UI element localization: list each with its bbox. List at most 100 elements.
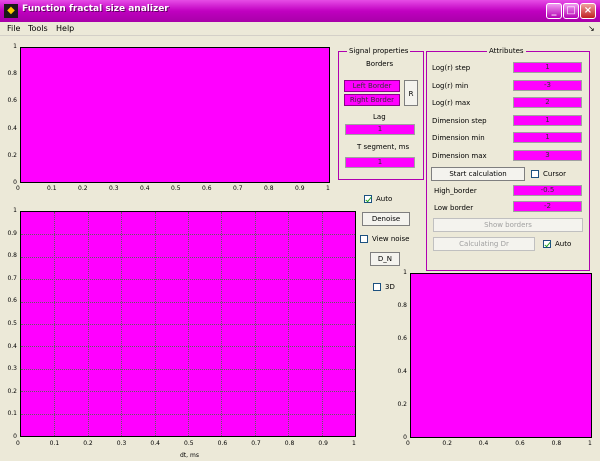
menu-tools[interactable]: Tools [28, 24, 48, 33]
attr-label: Log(r) min [432, 81, 469, 90]
grid-line-v [321, 212, 323, 436]
auto-label: Auto [376, 195, 393, 203]
cursor-label: Cursor [543, 170, 567, 178]
signal-panel-title: Signal properties [347, 47, 411, 55]
menu-bar [0, 22, 600, 36]
attr-field[interactable]: 3 [513, 149, 582, 161]
grid-line-h [21, 324, 355, 325]
right_axes-xtick: 0.6 [515, 440, 525, 447]
lag-field[interactable]: 1 [345, 124, 415, 135]
top_axes-ytick: 0.8 [7, 70, 17, 78]
right_axes-ytick: 0.4 [397, 368, 407, 375]
menu-file[interactable]: File [7, 24, 20, 33]
top_axes-xtick: 0.8 [264, 185, 274, 192]
attr-label: Log(r) max [432, 99, 471, 107]
borders-label: Borders [366, 60, 394, 68]
right_axes-ytick: 0 [403, 434, 407, 441]
window-title: Function fractal size analizer [22, 4, 169, 14]
attr-label: Log(r) step [432, 64, 471, 72]
main_axes-ytick: 0.8 [7, 252, 17, 260]
top_axes-ytick: 0.2 [7, 151, 17, 159]
grid-line-h [21, 368, 355, 370]
show-borders-button[interactable]: Show borders [433, 218, 583, 232]
attr-field[interactable]: 1 [513, 62, 582, 73]
top_axes-xtick: 0 [16, 185, 20, 192]
right_axes-xtick: 0.8 [551, 440, 562, 447]
3d-checkbox[interactable] [373, 283, 381, 291]
left-border-field[interactable]: Left Border [344, 80, 400, 92]
main_axes-ytick: 0.4 [7, 342, 17, 350]
attr-field[interactable]: 1 [513, 114, 582, 126]
right_axes-xtick: 0.2 [442, 440, 452, 447]
calculating-dr-button[interactable]: Calculating Dr [433, 237, 535, 251]
right-border-field[interactable]: Right Border [344, 94, 400, 106]
attr-field[interactable]: 2 [513, 97, 582, 108]
top_axes-xtick: 0.5 [171, 185, 181, 192]
main_axes-ytick: 0.9 [7, 229, 17, 237]
main_axes-ytick: 0.6 [7, 297, 17, 305]
top-axes[interactable] [20, 47, 330, 183]
grid-line-v [288, 212, 290, 436]
close-icon[interactable]: × [580, 3, 596, 19]
main_axes-xtick: 0.7 [251, 440, 261, 447]
main_axes-ytick: 0.3 [7, 365, 17, 373]
dn-button[interactable]: D_N [370, 252, 400, 266]
main_axes-xtick: 0.3 [116, 440, 127, 447]
main_axes-xtick: 0.4 [150, 440, 160, 447]
dock-arrow-icon[interactable]: ↘ [588, 24, 595, 33]
grid-line-h [21, 346, 355, 348]
right_axes-xtick: 0.4 [478, 440, 489, 447]
minimize-icon[interactable]: _ [546, 3, 562, 19]
right_axes-ytick: 0.8 [397, 302, 407, 309]
start-calculation-button[interactable]: Start calculation [431, 167, 525, 181]
3d-label: 3D [385, 283, 395, 291]
attr-auto-checkbox[interactable] [543, 240, 551, 248]
attr-label: Dimension step [432, 116, 487, 125]
lag-label: Lag [373, 113, 386, 121]
maximize-icon[interactable]: □ [563, 3, 579, 19]
attr-label: Dimension min [432, 134, 485, 142]
right_axes-xtick: 1 [588, 440, 592, 447]
main_axes-xtick: 0.1 [49, 440, 60, 447]
low-border-label: Low border [434, 204, 474, 212]
menu-help[interactable]: Help [56, 24, 74, 33]
main_axes-xtick: 0.2 [83, 440, 93, 447]
main_axes-ytick: 0.7 [7, 274, 17, 282]
attr-field[interactable]: -3 [513, 79, 582, 91]
denoise-button[interactable]: Denoise [362, 212, 410, 226]
main_axes-xtick: 0.8 [284, 440, 295, 447]
top_axes-ytick: 0.6 [7, 97, 17, 105]
right_axes-xtick: 0 [406, 440, 410, 447]
main_axes-ytick: 0.5 [7, 320, 17, 327]
auto-checkbox[interactable] [364, 195, 372, 203]
main_axes-ytick: 0.2 [7, 387, 17, 395]
top_axes-ytick: 0 [13, 179, 17, 186]
attributes-panel-title: Attributes [487, 47, 526, 55]
top_axes-xtick: 0.1 [47, 185, 57, 192]
grid-line-h [21, 413, 355, 415]
top_axes-xtick: 0.3 [109, 185, 119, 192]
r-button[interactable]: R [404, 80, 418, 106]
top_axes-xtick: 0.7 [233, 185, 243, 192]
main_axes-ytick: 1 [13, 207, 17, 214]
main_axes-xtick: 0.6 [217, 440, 228, 447]
cursor-checkbox[interactable] [531, 170, 539, 178]
top_axes-xtick: 0.4 [140, 185, 150, 192]
t-segment-field[interactable]: 1 [345, 157, 415, 168]
grid-line-h [21, 391, 355, 393]
grid-line-v [221, 212, 223, 436]
high-border-field[interactable]: -0.5 [513, 185, 582, 196]
top_axes-xtick: 0.9 [295, 185, 305, 192]
high-border-label: High_border [434, 187, 477, 195]
main-axes[interactable] [20, 211, 356, 437]
right-axes[interactable] [410, 273, 592, 438]
low-border-field[interactable]: -2 [513, 201, 582, 212]
top_axes-xtick: 1 [326, 185, 330, 192]
attr-field[interactable]: 1 [513, 132, 582, 143]
main_axes-xtick: 0.5 [184, 440, 194, 447]
right_axes-ytick: 1 [403, 269, 407, 276]
main_axes-ytick: 0 [13, 433, 17, 440]
t-segment-label: T segment, ms [357, 143, 410, 151]
top_axes-xtick: 0.6 [202, 185, 212, 192]
view-noise-checkbox[interactable] [360, 235, 368, 243]
